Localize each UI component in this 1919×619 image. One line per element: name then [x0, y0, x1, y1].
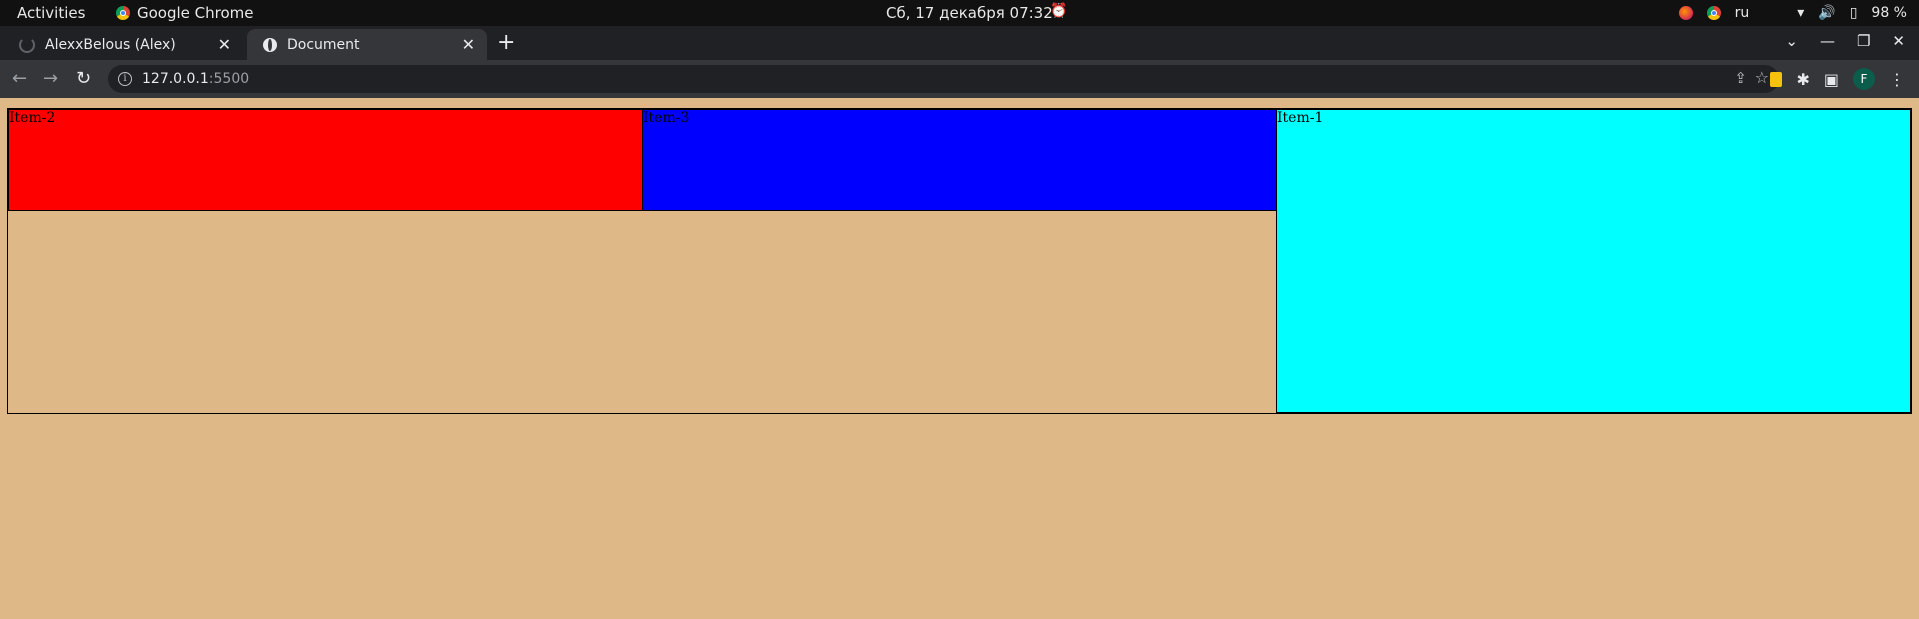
- bookmark-star-icon[interactable]: ☆: [1755, 68, 1769, 87]
- alarm-icon: ⏰: [1050, 3, 1068, 19]
- reload-button[interactable]: ↻: [76, 68, 91, 89]
- chrome-icon: [116, 6, 130, 20]
- tab-strip: AlexxBelous (Alex) ✕ Document ✕ + ⌄ — ❐ …: [0, 26, 1919, 60]
- tab-alexxbelous[interactable]: AlexxBelous (Alex) ✕: [3, 29, 243, 60]
- battery-icon: ▯: [1849, 5, 1858, 21]
- tab-label: AlexxBelous (Alex): [45, 36, 176, 53]
- clock[interactable]: Сб, 17 декабря 07:32: [886, 4, 1053, 22]
- menu-kebab-icon[interactable]: ⋮: [1889, 70, 1905, 89]
- loading-icon: [19, 36, 35, 53]
- volume-icon: 🔊: [1818, 5, 1836, 21]
- site-info-icon[interactable]: i: [118, 72, 132, 86]
- side-panel-icon[interactable]: ▣: [1824, 70, 1839, 89]
- grid-item-3: Item-3: [642, 109, 1277, 211]
- grid-container: Item-2 Item-3 Item-1: [7, 108, 1912, 414]
- grid-item-1: Item-1: [1276, 109, 1911, 413]
- grid-item-2: Item-2: [8, 109, 643, 211]
- firefox-icon[interactable]: [1678, 6, 1693, 20]
- forward-button[interactable]: →: [43, 68, 58, 89]
- app-name: Google Chrome: [137, 4, 254, 22]
- tab-document[interactable]: Document ✕: [247, 29, 487, 60]
- browser-toolbar: ← → ↻ i 127.0.0.1:5500 ⇪ ☆ ✱ ▣ F ⋮: [0, 60, 1919, 98]
- app-menu[interactable]: Google Chrome: [116, 4, 254, 22]
- minimize-button[interactable]: —: [1820, 32, 1835, 50]
- globe-icon: [263, 37, 277, 52]
- close-window-button[interactable]: ✕: [1892, 32, 1905, 50]
- share-icon[interactable]: ⇪: [1734, 69, 1747, 87]
- new-tab-button[interactable]: +: [497, 30, 515, 55]
- address-bar[interactable]: i 127.0.0.1:5500 ⇪ ☆: [108, 65, 1779, 93]
- battery-level: 98 %: [1871, 5, 1907, 21]
- url-host: 127.0.0.1: [142, 71, 209, 87]
- profile-avatar[interactable]: F: [1853, 68, 1875, 90]
- tab-search-icon[interactable]: ⌄: [1785, 32, 1798, 50]
- close-tab-icon[interactable]: ✕: [218, 35, 231, 54]
- restore-button[interactable]: ❐: [1857, 32, 1870, 50]
- chrome-tray-icon[interactable]: [1706, 6, 1721, 20]
- window-controls: ⌄ — ❐ ✕: [1785, 32, 1905, 50]
- url-port: :5500: [208, 71, 250, 87]
- os-top-bar: Activities Google Chrome Сб, 17 декабря …: [0, 0, 1919, 26]
- activities-button[interactable]: Activities: [17, 4, 85, 22]
- close-tab-icon[interactable]: ✕: [462, 35, 475, 54]
- language-indicator[interactable]: ru: [1735, 5, 1750, 21]
- extension-icon[interactable]: [1770, 71, 1783, 87]
- system-tray[interactable]: ru ▾ 🔊 ▯ 98 %: [1678, 0, 1907, 26]
- page-viewport: Item-2 Item-3 Item-1: [0, 98, 1919, 619]
- back-button[interactable]: ←: [12, 68, 27, 89]
- toolbar-actions: ✱ ▣ F ⋮: [1770, 68, 1905, 90]
- wifi-icon: ▾: [1797, 5, 1805, 21]
- tab-label: Document: [287, 36, 360, 53]
- extensions-puzzle-icon[interactable]: ✱: [1796, 70, 1809, 89]
